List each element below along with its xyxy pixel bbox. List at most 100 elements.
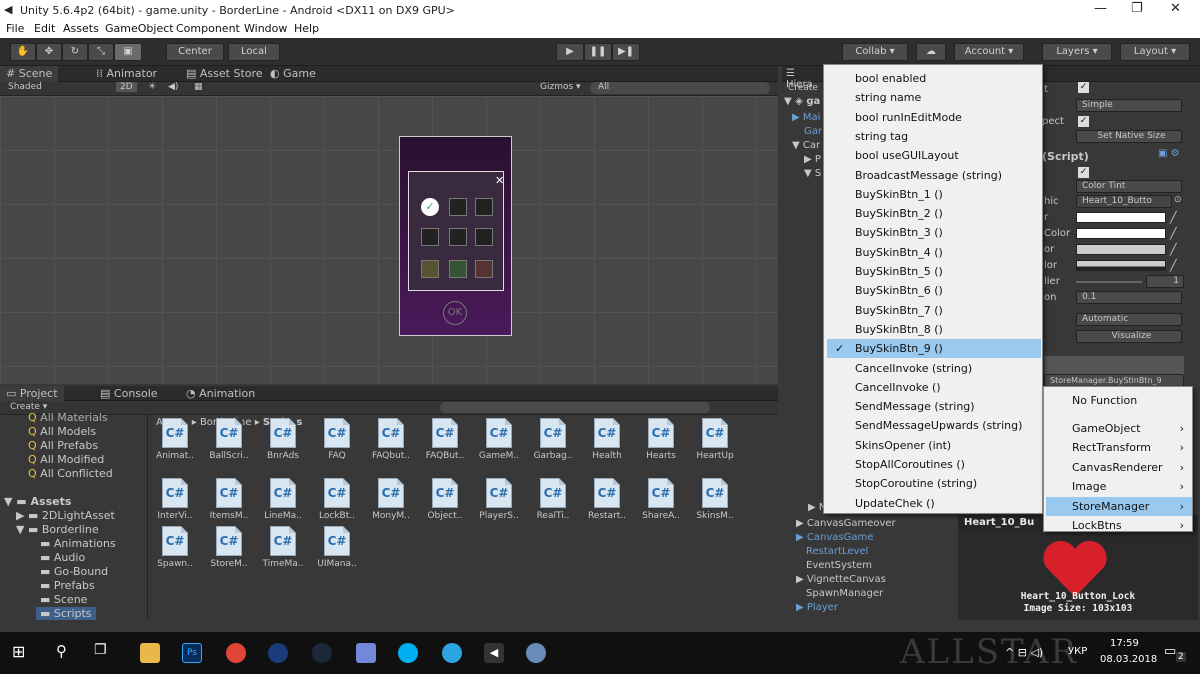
tab-asset-store[interactable]: ▤ Asset Store — [180, 66, 269, 82]
hierarchy-item[interactable]: EventSystem — [806, 560, 872, 571]
shading-mode-dropdown[interactable]: Shaded — [8, 82, 42, 92]
pivot-center-button[interactable]: Center — [166, 43, 224, 61]
script-asset[interactable]: C# UIMana.. — [312, 526, 362, 569]
layout-dropdown[interactable]: Layout ▾ — [1120, 43, 1190, 61]
image-type-dropdown[interactable]: Simple — [1076, 99, 1182, 112]
script-asset[interactable]: C# LockBt.. — [312, 478, 362, 521]
canvas-preview[interactable]: ✕ ✓ OK — [399, 136, 512, 336]
hierarchy-tab[interactable]: ☰ Hiera — [782, 66, 824, 90]
minimize-button[interactable]: — — [1094, 1, 1107, 16]
folder-2dlightasset[interactable]: ▶ ▬ 2DLightAsset — [16, 509, 115, 522]
app-icon[interactable] — [268, 643, 288, 663]
clock-date[interactable]: 08.03.2018 — [1100, 654, 1157, 665]
menu-component[interactable]: Component — [176, 22, 240, 35]
menu-help[interactable]: Help — [294, 22, 319, 35]
project-search-input[interactable] — [440, 402, 710, 413]
close-icon[interactable]: ✕ — [495, 174, 504, 187]
tab-project[interactable]: ▭ Project — [0, 386, 64, 402]
script-asset[interactable]: C# GameM.. — [474, 418, 524, 461]
hierarchy-item[interactable]: ▶ CanvasGameover — [796, 518, 896, 529]
hierarchy-item[interactable]: ▶ VignetteCanvas — [796, 574, 886, 585]
transition-dropdown[interactable]: Color Tint — [1076, 180, 1182, 193]
favorite-item[interactable]: Q All Models — [28, 425, 96, 438]
skin-slot[interactable] — [449, 260, 467, 278]
pause-button[interactable]: ❚❚ — [584, 43, 612, 61]
visualize-button[interactable]: Visualize — [1076, 330, 1182, 343]
folder-assets[interactable]: ▼ ▬ Assets — [4, 495, 71, 508]
skype-icon[interactable] — [398, 643, 418, 663]
dropdown-item[interactable]: StopAllCoroutines () — [827, 455, 1041, 474]
skin-slot[interactable] — [475, 228, 493, 246]
folder-scene[interactable]: ▬ Scene — [40, 593, 87, 606]
hierarchy-item[interactable]: ▼ S — [804, 168, 821, 179]
script-asset[interactable]: C# ItemsM.. — [204, 478, 254, 521]
close-button[interactable]: ✕ — [1170, 1, 1181, 16]
favorite-item[interactable]: Q All Modified — [28, 453, 104, 466]
script-asset[interactable]: C# RealTi.. — [528, 478, 578, 521]
hierarchy-item[interactable]: ▼ Car — [792, 140, 820, 151]
app-icon[interactable] — [526, 643, 546, 663]
windows-start-icon[interactable]: ⊞ — [12, 642, 25, 661]
2d-toggle[interactable]: 2D — [116, 82, 137, 92]
scene-view[interactable] — [0, 96, 778, 384]
play-button[interactable]: ▶ — [556, 43, 584, 61]
maximize-button[interactable]: ❐ — [1131, 1, 1143, 16]
script-asset[interactable]: C# Animat.. — [150, 418, 200, 461]
eyedropper-icon[interactable]: ╱ — [1170, 259, 1177, 272]
dropdown-item[interactable]: bool enabled — [827, 69, 1041, 88]
rotate-tool-icon[interactable]: ↻ — [62, 43, 88, 61]
fade-duration-field[interactable]: 0.1 — [1076, 291, 1182, 304]
menu-assets[interactable]: Assets — [63, 22, 99, 35]
language-indicator[interactable]: УКР — [1068, 646, 1087, 657]
navigation-dropdown[interactable]: Automatic — [1076, 313, 1182, 326]
submenu-item[interactable]: GameObject › — [1046, 419, 1192, 438]
dropdown-item[interactable]: BuySkinBtn_2 () — [827, 204, 1041, 223]
script-asset[interactable]: C# StoreM.. — [204, 526, 254, 569]
eyedropper-icon[interactable]: ╱ — [1170, 243, 1177, 256]
tab-scene[interactable]: # Scene — [0, 66, 59, 82]
script-asset[interactable]: C# BallScri.. — [204, 418, 254, 461]
menu-window[interactable]: Window — [244, 22, 287, 35]
folder-prefabs[interactable]: ▬ Prefabs — [40, 579, 95, 592]
dropdown-item[interactable]: string tag — [827, 127, 1041, 146]
script-asset[interactable]: C# Spawn.. — [150, 526, 200, 569]
highlighted-color-swatch[interactable] — [1076, 228, 1166, 239]
disabled-color-swatch[interactable] — [1076, 260, 1166, 271]
scale-tool-icon[interactable]: ⤡ — [88, 43, 114, 61]
layers-dropdown[interactable]: Layers ▾ — [1042, 43, 1112, 61]
dropdown-item[interactable]: BuySkinBtn_4 () — [827, 243, 1041, 262]
rect-tool-icon[interactable]: ▣ — [114, 43, 142, 61]
tray-icons[interactable]: ^ ⊟ ◁) — [1005, 646, 1043, 659]
dropdown-item[interactable]: StopCoroutine (string) — [827, 474, 1041, 493]
tab-animator[interactable]: ⁞⁞ Animator — [90, 66, 163, 82]
submenu-item[interactable]: CanvasRenderer › — [1046, 458, 1192, 477]
dropdown-item[interactable]: ✓ BuySkinBtn_9 () — [827, 339, 1041, 359]
folder-go-bound[interactable]: ▬ Go-Bound — [40, 565, 108, 578]
dropdown-item[interactable]: BuySkinBtn_5 () — [827, 262, 1041, 281]
script-asset[interactable]: C# TimeMa.. — [258, 526, 308, 569]
pressed-color-swatch[interactable] — [1076, 244, 1166, 255]
interactable-checkbox[interactable]: ✓ — [1078, 167, 1089, 178]
dropdown-item[interactable]: BroadcastMessage (string) — [827, 166, 1041, 185]
steam-icon[interactable] — [312, 643, 332, 663]
dropdown-item[interactable]: CancelInvoke () — [827, 378, 1041, 397]
tab-console[interactable]: ▤ Console — [94, 386, 164, 402]
hierarchy-item[interactable]: SpawnManager — [806, 588, 883, 599]
script-asset[interactable]: C# FAQ — [312, 418, 362, 461]
script-asset[interactable]: C# Restart.. — [582, 478, 632, 521]
hierarchy-create[interactable]: Create — [788, 83, 818, 93]
dropdown-item[interactable]: BuySkinBtn_6 () — [827, 281, 1041, 300]
dropdown-item[interactable]: bool useGUILayout — [827, 146, 1041, 165]
folder-borderline[interactable]: ▼ ▬ Borderline — [16, 523, 99, 536]
gizmos-dropdown[interactable]: Gizmos ▾ — [540, 82, 581, 92]
pivot-local-button[interactable]: Local — [228, 43, 280, 61]
lighting-icon[interactable]: ☀ — [148, 82, 156, 92]
hierarchy-item[interactable]: ▶ Mai — [792, 112, 820, 123]
notification-icon[interactable]: ▭ — [1164, 644, 1176, 659]
skin-slot[interactable] — [475, 260, 493, 278]
dropdown-item[interactable]: UpdateChek () — [827, 494, 1041, 513]
favorite-item[interactable]: Q All Materials — [28, 411, 108, 424]
favorite-item[interactable]: Q All Prefabs — [28, 439, 98, 452]
multiplier-field[interactable]: 1 — [1146, 275, 1184, 288]
menu-gameobject[interactable]: GameObject — [105, 22, 174, 35]
